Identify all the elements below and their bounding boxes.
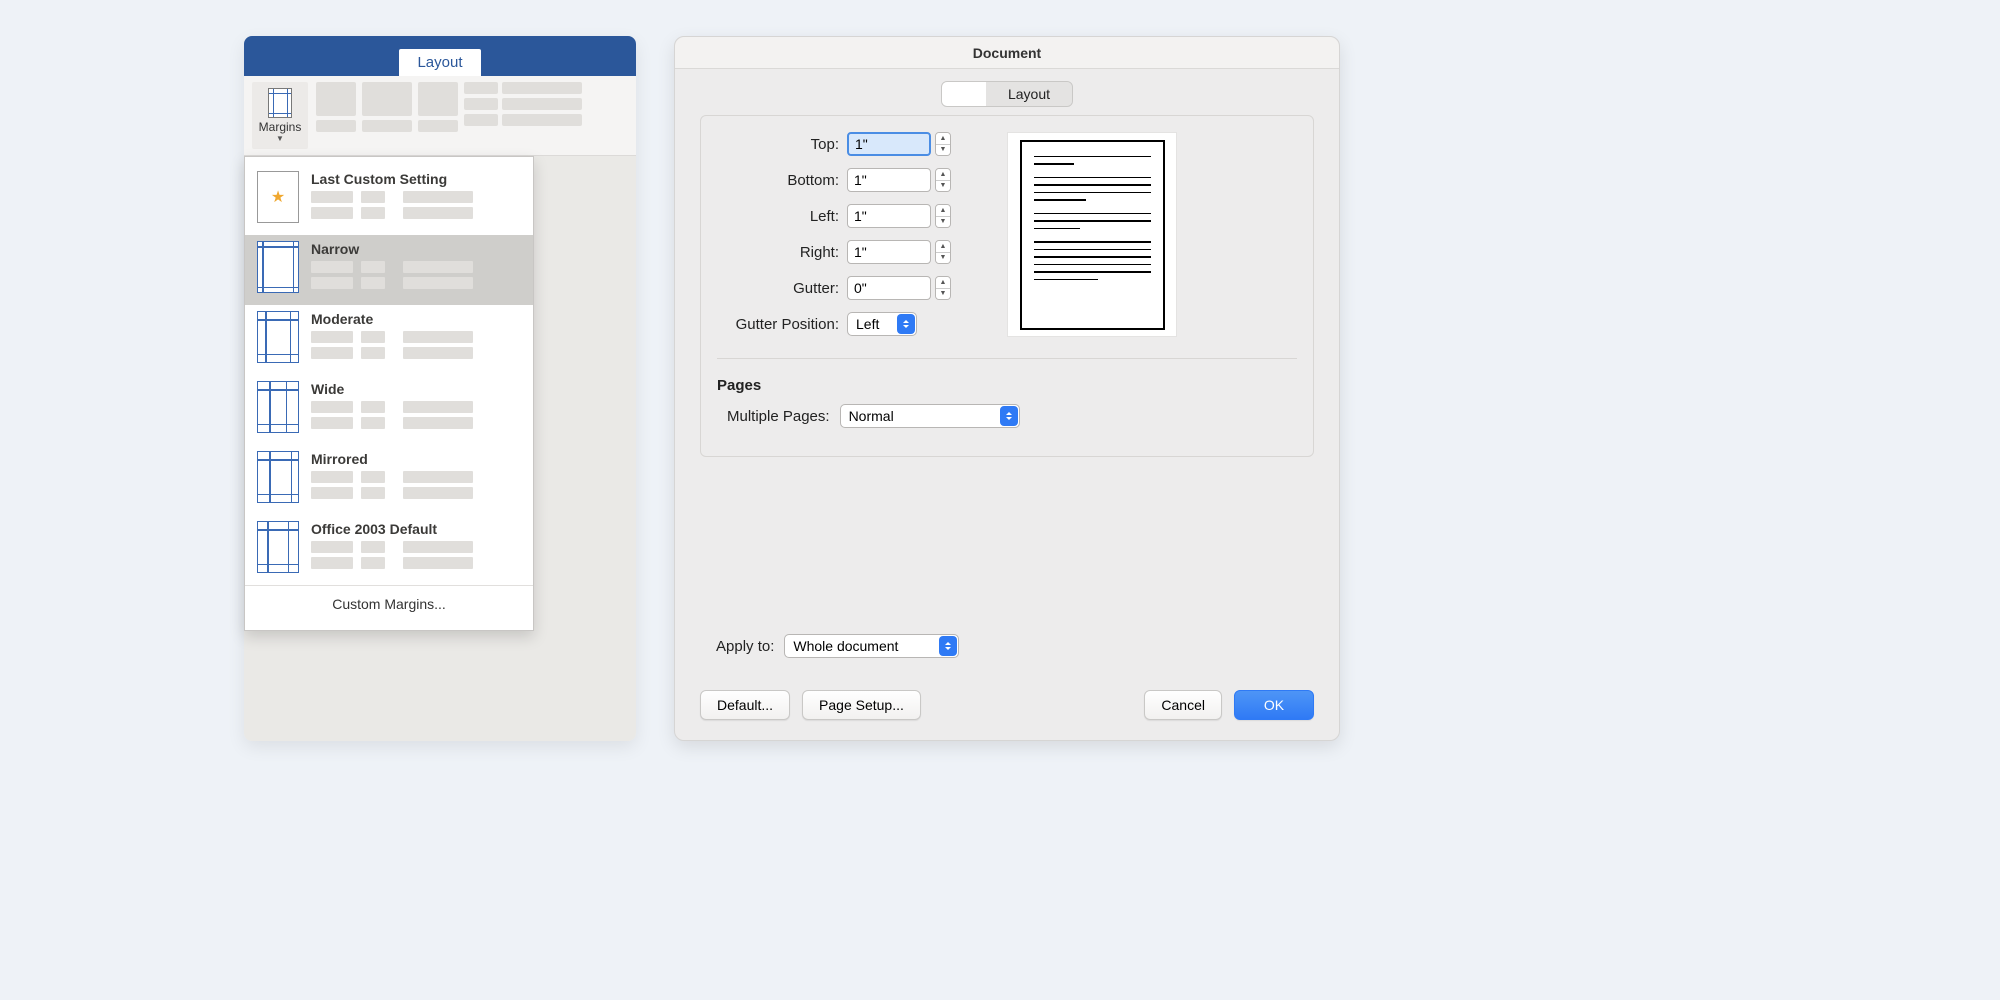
bottom-stepper[interactable]: ▲▼ xyxy=(935,168,951,192)
ribbon-placeholder-group xyxy=(316,82,628,149)
margins-label: Margins xyxy=(259,120,302,134)
ribbon: Margins ▼ xyxy=(244,76,636,156)
document-dialog: Document Layout Top: ▲▼ Bottom: ▲▼ Le xyxy=(674,36,1340,741)
select-arrows-icon xyxy=(897,314,915,334)
margin-preset-icon xyxy=(257,451,299,503)
tab-layout[interactable]: Layout xyxy=(399,49,480,76)
select-arrows-icon xyxy=(939,636,957,656)
gutter-label: Gutter: xyxy=(717,280,839,297)
stepper-down-icon: ▼ xyxy=(936,289,950,300)
menu-item-label: Wide xyxy=(311,381,521,397)
top-label: Top: xyxy=(717,136,839,153)
stepper-up-icon: ▲ xyxy=(936,133,950,145)
right-label: Right: xyxy=(717,244,839,261)
top-input[interactable] xyxy=(847,132,931,156)
select-arrows-icon xyxy=(1000,406,1018,426)
stepper-up-icon: ▲ xyxy=(936,241,950,253)
margin-preset-icon xyxy=(257,381,299,433)
apply-to-label: Apply to: xyxy=(716,638,774,655)
document-area: Last Custom Setting Narrow xyxy=(244,156,636,741)
margin-preset-icon xyxy=(257,311,299,363)
margin-preset-icon xyxy=(257,521,299,573)
segment-margins[interactable] xyxy=(942,82,986,106)
stepper-up-icon: ▲ xyxy=(936,277,950,289)
default-button[interactable]: Default... xyxy=(700,690,790,720)
menu-item-office-2003[interactable]: Office 2003 Default xyxy=(245,515,533,585)
page-setup-button[interactable]: Page Setup... xyxy=(802,690,921,720)
segment-layout[interactable]: Layout xyxy=(986,82,1072,106)
menu-item-last-custom[interactable]: Last Custom Setting xyxy=(245,165,533,235)
left-label: Left: xyxy=(717,208,839,225)
ok-button[interactable]: OK xyxy=(1234,690,1314,720)
margin-preset-icon xyxy=(257,171,299,223)
margins-icon xyxy=(268,88,292,118)
right-input[interactable] xyxy=(847,240,931,264)
margins-panel: Top: ▲▼ Bottom: ▲▼ Left: ▲▼ Right: xyxy=(700,115,1314,457)
bottom-input[interactable] xyxy=(847,168,931,192)
pages-section-header: Pages xyxy=(717,377,1297,394)
bottom-label: Bottom: xyxy=(717,172,839,189)
menu-item-moderate[interactable]: Moderate xyxy=(245,305,533,375)
margin-preset-icon xyxy=(257,241,299,293)
gutter-position-select[interactable]: Left xyxy=(847,312,917,336)
menu-item-mirrored[interactable]: Mirrored xyxy=(245,445,533,515)
right-stepper[interactable]: ▲▼ xyxy=(935,240,951,264)
gutter-stepper[interactable]: ▲▼ xyxy=(935,276,951,300)
menu-item-label: Office 2003 Default xyxy=(311,521,521,537)
gutter-position-label: Gutter Position: xyxy=(717,316,839,333)
menu-item-label: Moderate xyxy=(311,311,521,327)
margins-menu: Last Custom Setting Narrow xyxy=(244,156,534,631)
stepper-down-icon: ▼ xyxy=(936,217,950,228)
gutter-input[interactable] xyxy=(847,276,931,300)
page-preview xyxy=(1007,132,1177,337)
apply-to-select[interactable]: Whole document xyxy=(784,634,959,658)
menu-item-narrow[interactable]: Narrow xyxy=(245,235,533,305)
margins-dropdown-button[interactable]: Margins ▼ xyxy=(252,82,308,149)
custom-margins-button[interactable]: Custom Margins... xyxy=(245,585,533,622)
left-input[interactable] xyxy=(847,204,931,228)
stepper-down-icon: ▼ xyxy=(936,145,950,156)
top-stepper[interactable]: ▲▼ xyxy=(935,132,951,156)
multiple-pages-select[interactable]: Normal xyxy=(840,404,1020,428)
left-stepper[interactable]: ▲▼ xyxy=(935,204,951,228)
menu-item-label: Last Custom Setting xyxy=(311,171,521,187)
dialog-segmented-control: Layout xyxy=(675,81,1339,107)
stepper-up-icon: ▲ xyxy=(936,169,950,181)
stepper-down-icon: ▼ xyxy=(936,181,950,192)
ribbon-tabs: Layout xyxy=(244,36,636,76)
chevron-down-icon: ▼ xyxy=(276,134,284,143)
stepper-down-icon: ▼ xyxy=(936,253,950,264)
menu-item-wide[interactable]: Wide xyxy=(245,375,533,445)
stepper-up-icon: ▲ xyxy=(936,205,950,217)
cancel-button[interactable]: Cancel xyxy=(1144,690,1222,720)
word-window: Layout Margins ▼ xyxy=(244,36,636,741)
menu-item-label: Narrow xyxy=(311,241,521,257)
menu-item-label: Mirrored xyxy=(311,451,521,467)
multiple-pages-label: Multiple Pages: xyxy=(727,408,830,425)
dialog-title: Document xyxy=(675,37,1339,69)
page-preview-page xyxy=(1020,140,1165,330)
